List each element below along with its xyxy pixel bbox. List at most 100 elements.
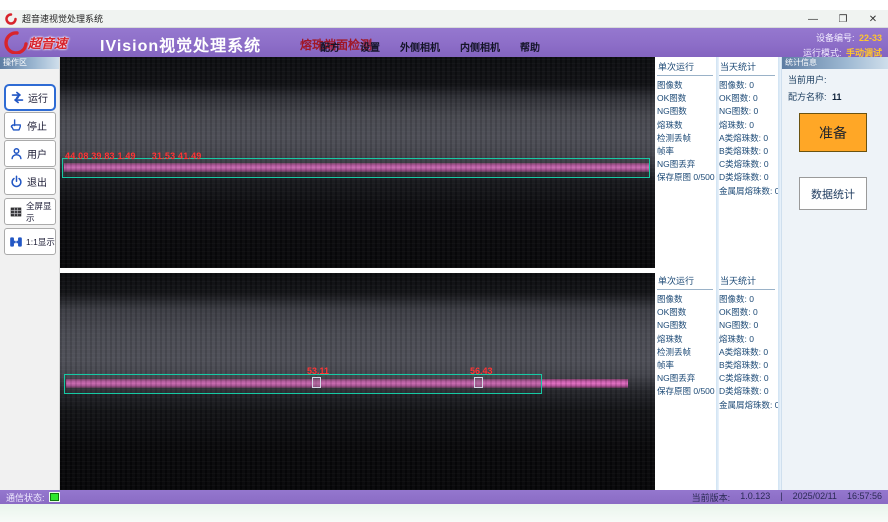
run-cycle-icon: [10, 90, 25, 105]
menu-item[interactable]: 帮助: [518, 37, 542, 56]
window-title: 超音速视觉处理系统: [22, 12, 103, 25]
defect-marker: [312, 377, 321, 388]
panel-separator: [716, 57, 719, 490]
stat-row: 熔珠数: [657, 119, 715, 132]
single-run-panel: 单次运行 图像数OK图数NG图数熔珠数检测丢帧帧率NG图丢弃保存原图 0/500: [657, 271, 715, 399]
main-area: 操作区 运行 停止 用户: [0, 57, 888, 490]
run-label: 运行: [28, 90, 48, 105]
measurement-value: 31.53 41.49: [152, 151, 202, 161]
single-run-panel: 单次运行 图像数OK图数NG图数熔珠数检测丢帧帧率NG图丢弃保存原图 0/500: [657, 57, 715, 185]
comm-status-indicator: [50, 493, 59, 501]
one-to-one-icon: [9, 235, 23, 249]
screen: 超音速视觉处理系统 — ❐ ✕ 超音速 IVision视觉处理系统 熔珠端面检测…: [0, 0, 888, 522]
stat-row: 金属屑熔珠数: 0: [719, 399, 777, 412]
run-button[interactable]: 运行: [4, 84, 56, 111]
stat-row: C类熔珠数: 0: [719, 158, 777, 171]
brand-logo: 超音速: [4, 30, 67, 54]
device-info: 设备编号: 22-33 运行模式: 手动调试: [803, 30, 882, 60]
current-user-label: 当前用户:: [788, 75, 827, 85]
today-stats-panel: 当天统计 图像数: 0OK图数: 0NG图数: 0熔珠数: 0A类熔珠数: 0B…: [719, 271, 777, 412]
today-stats-panel: 当天统计 图像数: 0OK图数: 0NG图数: 0熔珠数: 0A类熔珠数: 0B…: [719, 57, 777, 198]
fullscreen-label: 全屏显示: [26, 200, 55, 224]
stat-row: C类熔珠数: 0: [719, 372, 777, 385]
minimize-button[interactable]: —: [798, 10, 828, 28]
desktop-margin-bottom: [0, 504, 888, 522]
prepare-button[interactable]: 准备: [799, 113, 867, 152]
measurement-annotations: 44.08 39.83 1.49 31.53 41.49: [65, 151, 218, 161]
stat-row: NG图数: [657, 319, 715, 332]
stat-row: 图像数: [657, 293, 715, 306]
version-label: 当前版本:: [692, 491, 731, 504]
stat-row: NG图丢弃: [657, 372, 715, 385]
brand-swoosh-icon: [4, 30, 28, 54]
stat-row: 图像数: 0: [719, 293, 777, 306]
one-to-one-label: 1:1显示: [26, 236, 55, 248]
sidebar-title: 操作区: [0, 57, 59, 69]
menu-item[interactable]: 配方: [318, 37, 342, 56]
menu-bar: 配方设置外侧相机内侧相机帮助: [318, 37, 542, 56]
exit-label: 退出: [27, 174, 47, 189]
user-icon: [9, 146, 24, 161]
recipe-name-label: 配方名称:: [788, 92, 827, 102]
stat-row: 图像数: [657, 79, 715, 92]
stat-row: 熔珠数: 0: [719, 333, 777, 346]
menu-item[interactable]: 设置: [358, 37, 382, 56]
fullscreen-grid-icon: [9, 205, 23, 219]
status-time: 16:57:56: [847, 491, 882, 504]
operation-sidebar: 操作区 运行 停止 用户: [0, 57, 60, 490]
stat-row: OK图数: [657, 92, 715, 105]
measurement-annotations: 53.1156.43: [60, 366, 655, 376]
stat-row: 保存原图 0/500: [657, 171, 715, 184]
close-button[interactable]: ✕: [858, 10, 888, 28]
stat-row: 图像数: 0: [719, 79, 777, 92]
status-bar: 通信状态: 当前版本: 1.0.123 | 2025/02/11 16:57:5…: [0, 490, 888, 504]
os-titlebar: 超音速视觉处理系统 — ❐ ✕: [0, 10, 888, 28]
power-icon: [9, 174, 24, 189]
app-icon: [5, 13, 17, 25]
status-date: 2025/02/11: [793, 491, 837, 504]
detection-roi-rect: [62, 158, 650, 178]
version-value: 1.0.123: [740, 491, 770, 504]
user-button[interactable]: 用户: [4, 140, 56, 167]
stat-row: OK图数: 0: [719, 92, 777, 105]
stat-row: 帧率: [657, 359, 715, 372]
stat-row: NG图丢弃: [657, 158, 715, 171]
stat-row: OK图数: 0: [719, 306, 777, 319]
brand-name: 超音速: [28, 33, 67, 52]
data-statistics-button[interactable]: 数据统计: [799, 177, 867, 210]
app-header: 超音速 IVision视觉处理系统 熔珠端面检测 配方设置外侧相机内侧相机帮助 …: [0, 28, 888, 57]
today-stats-title: 当天统计: [719, 271, 775, 290]
restore-button[interactable]: ❐: [828, 10, 858, 28]
stat-row: D类熔珠数: 0: [719, 171, 777, 184]
stat-row: NG图数: 0: [719, 105, 777, 118]
stop-label: 停止: [27, 118, 47, 133]
detection-roi-rect: [64, 374, 542, 394]
recipe-name-value: 11: [832, 92, 842, 102]
today-stats-title: 当天统计: [719, 57, 775, 76]
menu-item[interactable]: 内侧相机: [458, 37, 502, 56]
measurement-value: 53.11: [307, 366, 329, 376]
single-run-title: 单次运行: [657, 271, 713, 290]
stat-row: 熔珠数: 0: [719, 119, 777, 132]
stat-row: 检测丢帧: [657, 132, 715, 145]
stat-row: 帧率: [657, 145, 715, 158]
stat-row: A类熔珠数: 0: [719, 132, 777, 145]
stop-button[interactable]: 停止: [4, 112, 56, 139]
device-number-label: 设备编号:: [816, 33, 855, 43]
exit-button[interactable]: 退出: [4, 168, 56, 195]
menu-item[interactable]: 外侧相机: [398, 37, 442, 56]
stat-row: B类熔珠数: 0: [719, 359, 777, 372]
fullscreen-button[interactable]: 全屏显示: [4, 198, 56, 225]
window-controls: — ❐ ✕: [798, 10, 888, 28]
statistics-info-panel: 统计信息 当前用户: 配方名称: 11 准备 数据统计: [781, 57, 888, 490]
separator: |: [780, 491, 782, 504]
stat-row: NG图数: 0: [719, 319, 777, 332]
stat-row: 金属屑熔珠数: 0: [719, 185, 777, 198]
measurement-value: 44.08 39.83 1.49: [65, 151, 136, 161]
one-to-one-button[interactable]: 1:1显示: [4, 228, 56, 255]
stat-row: OK图数: [657, 306, 715, 319]
stat-row: A类熔珠数: 0: [719, 346, 777, 359]
stat-row: 保存原图 0/500: [657, 385, 715, 398]
camera-viewport-top: 44.08 39.83 1.49 31.53 41.49: [60, 57, 655, 268]
stat-row: D类熔珠数: 0: [719, 385, 777, 398]
